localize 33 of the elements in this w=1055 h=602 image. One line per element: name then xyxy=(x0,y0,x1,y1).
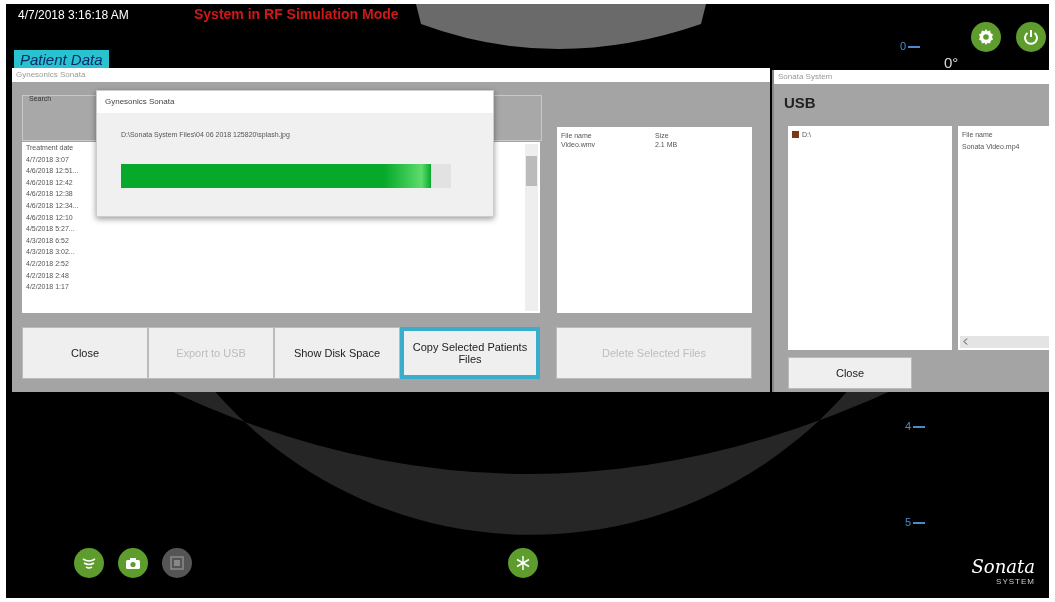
patient-data-tab[interactable]: Patient Data xyxy=(14,50,109,68)
tick-mark-icon xyxy=(913,522,925,524)
settings-button[interactable] xyxy=(971,22,1001,52)
waves-icon xyxy=(81,556,97,570)
action-button[interactable]: Copy Selected Patients Files xyxy=(400,327,540,379)
settings-icon xyxy=(977,28,995,46)
tick-mark-icon xyxy=(913,426,925,428)
chevron-left-icon xyxy=(963,338,968,345)
power-button[interactable] xyxy=(1016,22,1046,52)
power-icon xyxy=(1023,29,1039,45)
tool-button[interactable] xyxy=(74,548,104,578)
depth-mark: 4 xyxy=(905,420,912,432)
tool-button[interactable] xyxy=(508,548,538,578)
logo-text: Sonata xyxy=(971,556,1035,577)
mode-warning-text: System in RF Simulation Mode xyxy=(194,6,399,22)
logo-subtitle: SYSTEM xyxy=(995,577,1035,586)
close-button[interactable]: Close xyxy=(788,357,912,389)
depth-mark: 0 xyxy=(900,40,907,52)
tick-mark-icon xyxy=(908,46,920,48)
camera-icon xyxy=(125,556,141,570)
action-button[interactable]: Show Disk Space xyxy=(274,327,400,379)
dialog-title: Gynesonics Sonata xyxy=(97,91,493,113)
angle-readout: 0° xyxy=(944,54,959,71)
usb-heading: USB xyxy=(784,94,816,111)
timestamp: 4/7/2018 3:16:18 AM xyxy=(18,8,129,22)
action-button[interactable]: Close xyxy=(22,327,148,379)
window-title: Sonata System xyxy=(774,70,1049,84)
gallery-icon xyxy=(170,556,184,570)
depth-mark: 5 xyxy=(905,516,912,528)
window-title: Gynesonics Sonata xyxy=(12,68,770,82)
scrollbar[interactable] xyxy=(525,144,538,311)
tool-button[interactable] xyxy=(118,548,148,578)
snowflake-icon xyxy=(515,555,531,571)
